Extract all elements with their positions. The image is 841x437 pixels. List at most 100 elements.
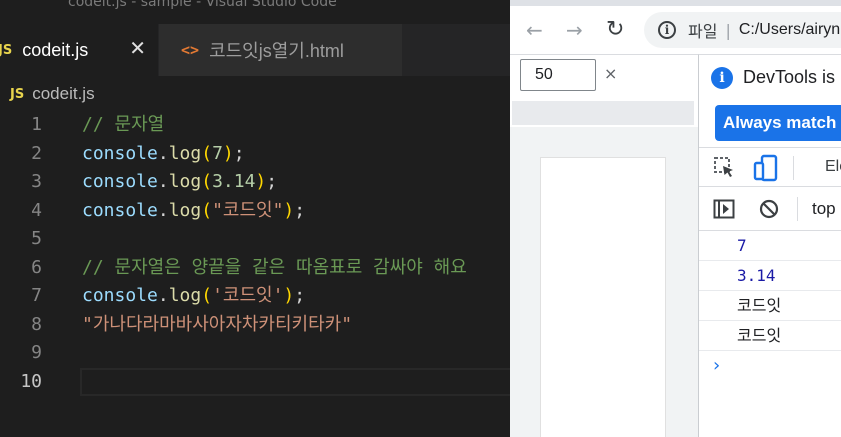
line-number: 5 <box>31 228 42 249</box>
token-punc: . <box>157 199 169 221</box>
console-message: 3.14 <box>699 261 841 291</box>
tab-codeit-js[interactable]: JS codeit.js ✕ <box>0 24 158 76</box>
url-text[interactable]: C:/Users/airyn <box>739 21 840 39</box>
devtools-tab-bar: Elements <box>699 147 841 187</box>
tab-label: codeit.js <box>22 39 89 60</box>
console-message: 7 <box>699 231 841 261</box>
token-obj: console <box>82 285 158 306</box>
token-str: '코드잇' <box>212 285 284 306</box>
sidebar-toggle-icon[interactable] <box>713 199 735 219</box>
line-source: console.log(3.14); <box>82 168 277 196</box>
token-num: 7 <box>212 142 223 164</box>
console-prompt[interactable]: › <box>699 351 841 381</box>
code-line[interactable]: 8 "가나다라마바사아자차카티키타카" <box>0 311 510 340</box>
clear-console-icon[interactable] <box>759 199 779 219</box>
tab-label: 코드잇js열기.html <box>209 41 344 61</box>
code-line[interactable]: 10 <box>0 367 510 397</box>
token-punc: . <box>157 285 169 306</box>
token-comment: // 문자열 <box>82 114 165 135</box>
code-line[interactable]: 4 console.log("코드잇"); <box>0 197 510 226</box>
line-source: // 문자열은 양끝을 같은 따옴표로 감싸야 해요 <box>82 254 467 282</box>
console-message: 코드잇 <box>699 291 841 321</box>
line-number: 7 <box>31 285 42 306</box>
current-line-highlight <box>80 367 510 396</box>
devtools-panel: i DevTools is now available in Korean Al… <box>698 54 841 437</box>
line-number: 10 <box>20 370 42 392</box>
always-match-button[interactable]: Always match Chrome's language <box>715 105 841 141</box>
title-bar: codeit.js - sample - Visual Studio Code <box>0 0 510 24</box>
token-paren: ) <box>255 171 267 192</box>
line-number: 3 <box>31 171 42 192</box>
vscode-window: codeit.js - sample - Visual Studio Code … <box>0 0 510 437</box>
token-comment: // 문자열은 양끝을 같은 따옴표로 감싸야 해요 <box>82 256 467 278</box>
line-source: // 문자열 <box>82 111 164 139</box>
line-number: 6 <box>31 256 42 278</box>
line-source: "가나다라마바사아자차카티키타카" <box>82 311 352 339</box>
reload-icon[interactable]: ↻ <box>606 18 624 42</box>
token-paren: ( <box>201 142 213 164</box>
page-sheet <box>540 157 666 437</box>
token-obj: console <box>82 142 158 164</box>
token-fn: log <box>168 199 202 221</box>
code-line[interactable]: 6 // 문자열은 양끝을 같은 따옴표로 감싸야 해요 <box>0 254 510 283</box>
token-paren: ) <box>222 142 234 164</box>
language-infobar: i DevTools is now available in Korean Al… <box>699 55 841 147</box>
line-number: 9 <box>31 342 42 363</box>
console-output: 7 3.14 코드잇 코드잇 › <box>699 231 841 381</box>
tab-elements[interactable]: Elements <box>825 158 841 176</box>
token-fn: log <box>168 285 202 306</box>
code-line[interactable]: 7 console.log('코드잇'); <box>0 282 510 311</box>
line-number: 2 <box>31 142 42 164</box>
token-punc: . <box>157 171 169 192</box>
token-paren: ) <box>283 285 295 306</box>
zoom-bar: 50 × <box>510 55 698 95</box>
token-paren: ( <box>201 171 213 192</box>
console-toolbar: top <box>699 187 841 231</box>
code-line[interactable]: 9 <box>0 339 510 368</box>
close-icon[interactable]: × <box>604 65 617 83</box>
editor-tab-bar: JS codeit.js ✕ <> 코드잇js열기.html <box>0 24 510 76</box>
ruler <box>512 101 694 125</box>
page-viewport: 50 × <box>510 54 698 437</box>
url-scheme: 파일 <box>688 24 718 41</box>
token-punc: ; <box>294 285 306 306</box>
info-icon[interactable]: i <box>658 21 676 39</box>
toolbar-separator <box>793 156 794 180</box>
window-title: codeit.js - sample - Visual Studio Code <box>68 0 337 10</box>
line-number: 1 <box>31 114 42 135</box>
token-punc: . <box>157 142 169 164</box>
forward-icon[interactable]: → <box>566 18 583 42</box>
token-num: 3.14 <box>212 171 256 192</box>
context-selector[interactable]: top <box>812 199 836 219</box>
line-source: console.log("코드잇"); <box>82 197 305 225</box>
js-file-icon: JS <box>10 86 25 102</box>
code-line[interactable]: 5 <box>0 225 510 254</box>
device-toolbar-icon[interactable] <box>753 154 779 182</box>
token-paren: ( <box>201 199 213 221</box>
code-line[interactable]: 1 // 문자열 <box>0 111 510 140</box>
url-separator: | <box>725 20 731 40</box>
breadcrumb-file[interactable]: codeit.js <box>32 84 94 104</box>
breadcrumb[interactable]: JS codeit.js <box>0 80 95 108</box>
tab-html-file[interactable]: <> 코드잇js열기.html <box>158 24 402 76</box>
line-number: 4 <box>31 199 42 221</box>
token-str: "가나다라마바사아자차카티키타카" <box>82 313 353 335</box>
token-obj: console <box>82 171 158 192</box>
inspect-element-icon[interactable] <box>713 156 737 180</box>
close-icon[interactable]: ✕ <box>129 38 146 58</box>
line-source: console.log('코드잇'); <box>82 282 305 310</box>
browser-toolbar: ← → ↻ i 파일 | C:/Users/airyn <box>510 6 841 54</box>
code-line[interactable]: 2 console.log(7); <box>0 140 510 169</box>
address-bar[interactable]: i 파일 | C:/Users/airyn <box>644 12 841 48</box>
token-obj: console <box>82 199 158 221</box>
browser-window: ← → ↻ i 파일 | C:/Users/airyn 50 × i DevTo… <box>510 0 841 437</box>
infobar-text: DevTools is now available in Korean <box>743 67 841 87</box>
line-source: console.log(7); <box>82 140 245 168</box>
page-canvas <box>510 127 698 437</box>
line-number: 8 <box>31 313 42 335</box>
zoom-input[interactable]: 50 <box>520 59 596 91</box>
token-punc: ; <box>294 199 306 221</box>
token-punc: ; <box>233 142 245 164</box>
back-icon[interactable]: ← <box>526 18 543 42</box>
code-line[interactable]: 3 console.log(3.14); <box>0 168 510 197</box>
